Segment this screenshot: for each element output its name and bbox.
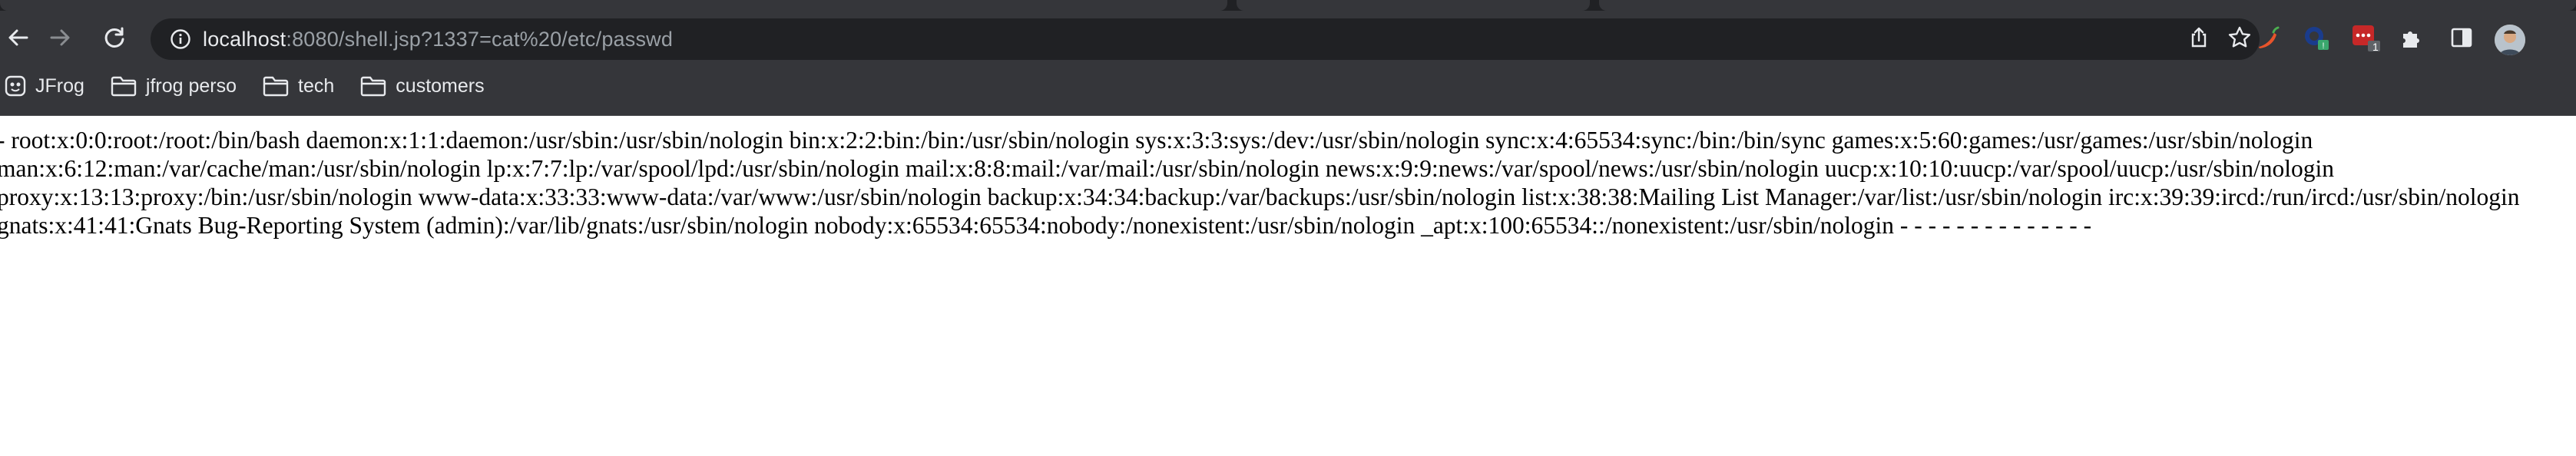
url-host: localhost xyxy=(203,27,286,51)
bookmark-label: customers xyxy=(396,74,485,97)
bookmark-folder-jfrog-perso[interactable]: jfrog perso xyxy=(111,69,237,103)
puzzle-extensions-icon xyxy=(2403,31,2419,48)
bookmark-label: JFrog xyxy=(35,74,84,97)
passwd-output-line: gnats:x:41:41:Gnats Bug-Reporting System… xyxy=(0,212,2092,239)
chrome-divider xyxy=(0,115,2576,116)
side-panel-icon xyxy=(2451,28,2472,48)
folder-icon xyxy=(263,76,289,97)
profile-avatar[interactable] xyxy=(2495,25,2525,55)
site-info-button[interactable] xyxy=(158,18,203,60)
bookmarks-bar: JFrog jfrog perso tech customers xyxy=(0,64,2576,107)
bookmark-star-button[interactable] xyxy=(2227,25,2252,54)
forward-arrow-icon xyxy=(50,29,70,46)
passwd-output-line: - root:x:0:0:root:/root:/bin/bash daemon… xyxy=(0,127,2313,154)
extension-badge-count: 1 xyxy=(2372,41,2379,53)
url-text[interactable]: localhost:8080/shell.jsp?1337=cat%20/etc… xyxy=(203,28,673,51)
reload-button[interactable] xyxy=(97,20,132,55)
back-arrow-icon xyxy=(8,29,28,46)
pepper-extension-icon xyxy=(2259,26,2280,48)
forward-button[interactable] xyxy=(43,20,78,55)
pepper-extension-button[interactable] xyxy=(2250,20,2286,55)
info-icon xyxy=(171,29,190,49)
tab-edge[interactable] xyxy=(1599,0,2576,11)
star-icon xyxy=(2228,26,2251,47)
passwd-output-line: man:x:6:12:man:/var/cache/man:/usr/sbin/… xyxy=(0,155,2335,182)
extensions-menu-button[interactable] xyxy=(2395,20,2430,55)
browser-chrome: localhost:8080/shell.jsp?1337=cat%20/etc… xyxy=(0,0,2576,116)
passwd-output-line: proxy:x:13:13:proxy:/bin:/usr/sbin/nolog… xyxy=(0,183,2520,210)
toolbar: localhost:8080/shell.jsp?1337=cat%20/etc… xyxy=(0,11,2576,64)
back-button[interactable] xyxy=(0,20,35,55)
bookmark-jfrog[interactable]: JFrog xyxy=(5,69,84,103)
address-bar[interactable]: localhost:8080/shell.jsp?1337=cat%20/etc… xyxy=(151,18,2260,60)
bookmark-label: jfrog perso xyxy=(145,74,237,97)
share-button[interactable] xyxy=(2187,26,2210,53)
page-content: - root:x:0:0:root:/root:/bin/bash daemon… xyxy=(0,126,2574,240)
folder-icon xyxy=(361,76,386,97)
bookmark-label: tech xyxy=(298,74,335,97)
tab-edge[interactable] xyxy=(0,0,1227,11)
share-icon xyxy=(2191,27,2207,47)
omnibox-actions xyxy=(2187,18,2252,60)
bookmark-folder-customers[interactable]: customers xyxy=(360,69,485,103)
jfrog-logo-icon xyxy=(5,75,26,97)
reload-icon xyxy=(104,27,124,48)
tab-edge[interactable] xyxy=(1237,0,1590,11)
extension-button-3[interactable]: 1 xyxy=(2349,20,2384,55)
profile-avatar-icon xyxy=(2495,25,2525,55)
folder-icon xyxy=(111,76,137,97)
url-path: :8080/shell.jsp?1337=cat%20/etc/passwd xyxy=(286,27,674,51)
extension-button-2[interactable]: ! xyxy=(2300,20,2335,55)
tab-strip xyxy=(0,0,2576,11)
side-panel-button[interactable] xyxy=(2444,20,2479,55)
svg-text:!: ! xyxy=(2322,41,2324,51)
bookmark-folder-tech[interactable]: tech xyxy=(263,69,334,103)
circle-extension-icon: ! xyxy=(2305,27,2329,51)
